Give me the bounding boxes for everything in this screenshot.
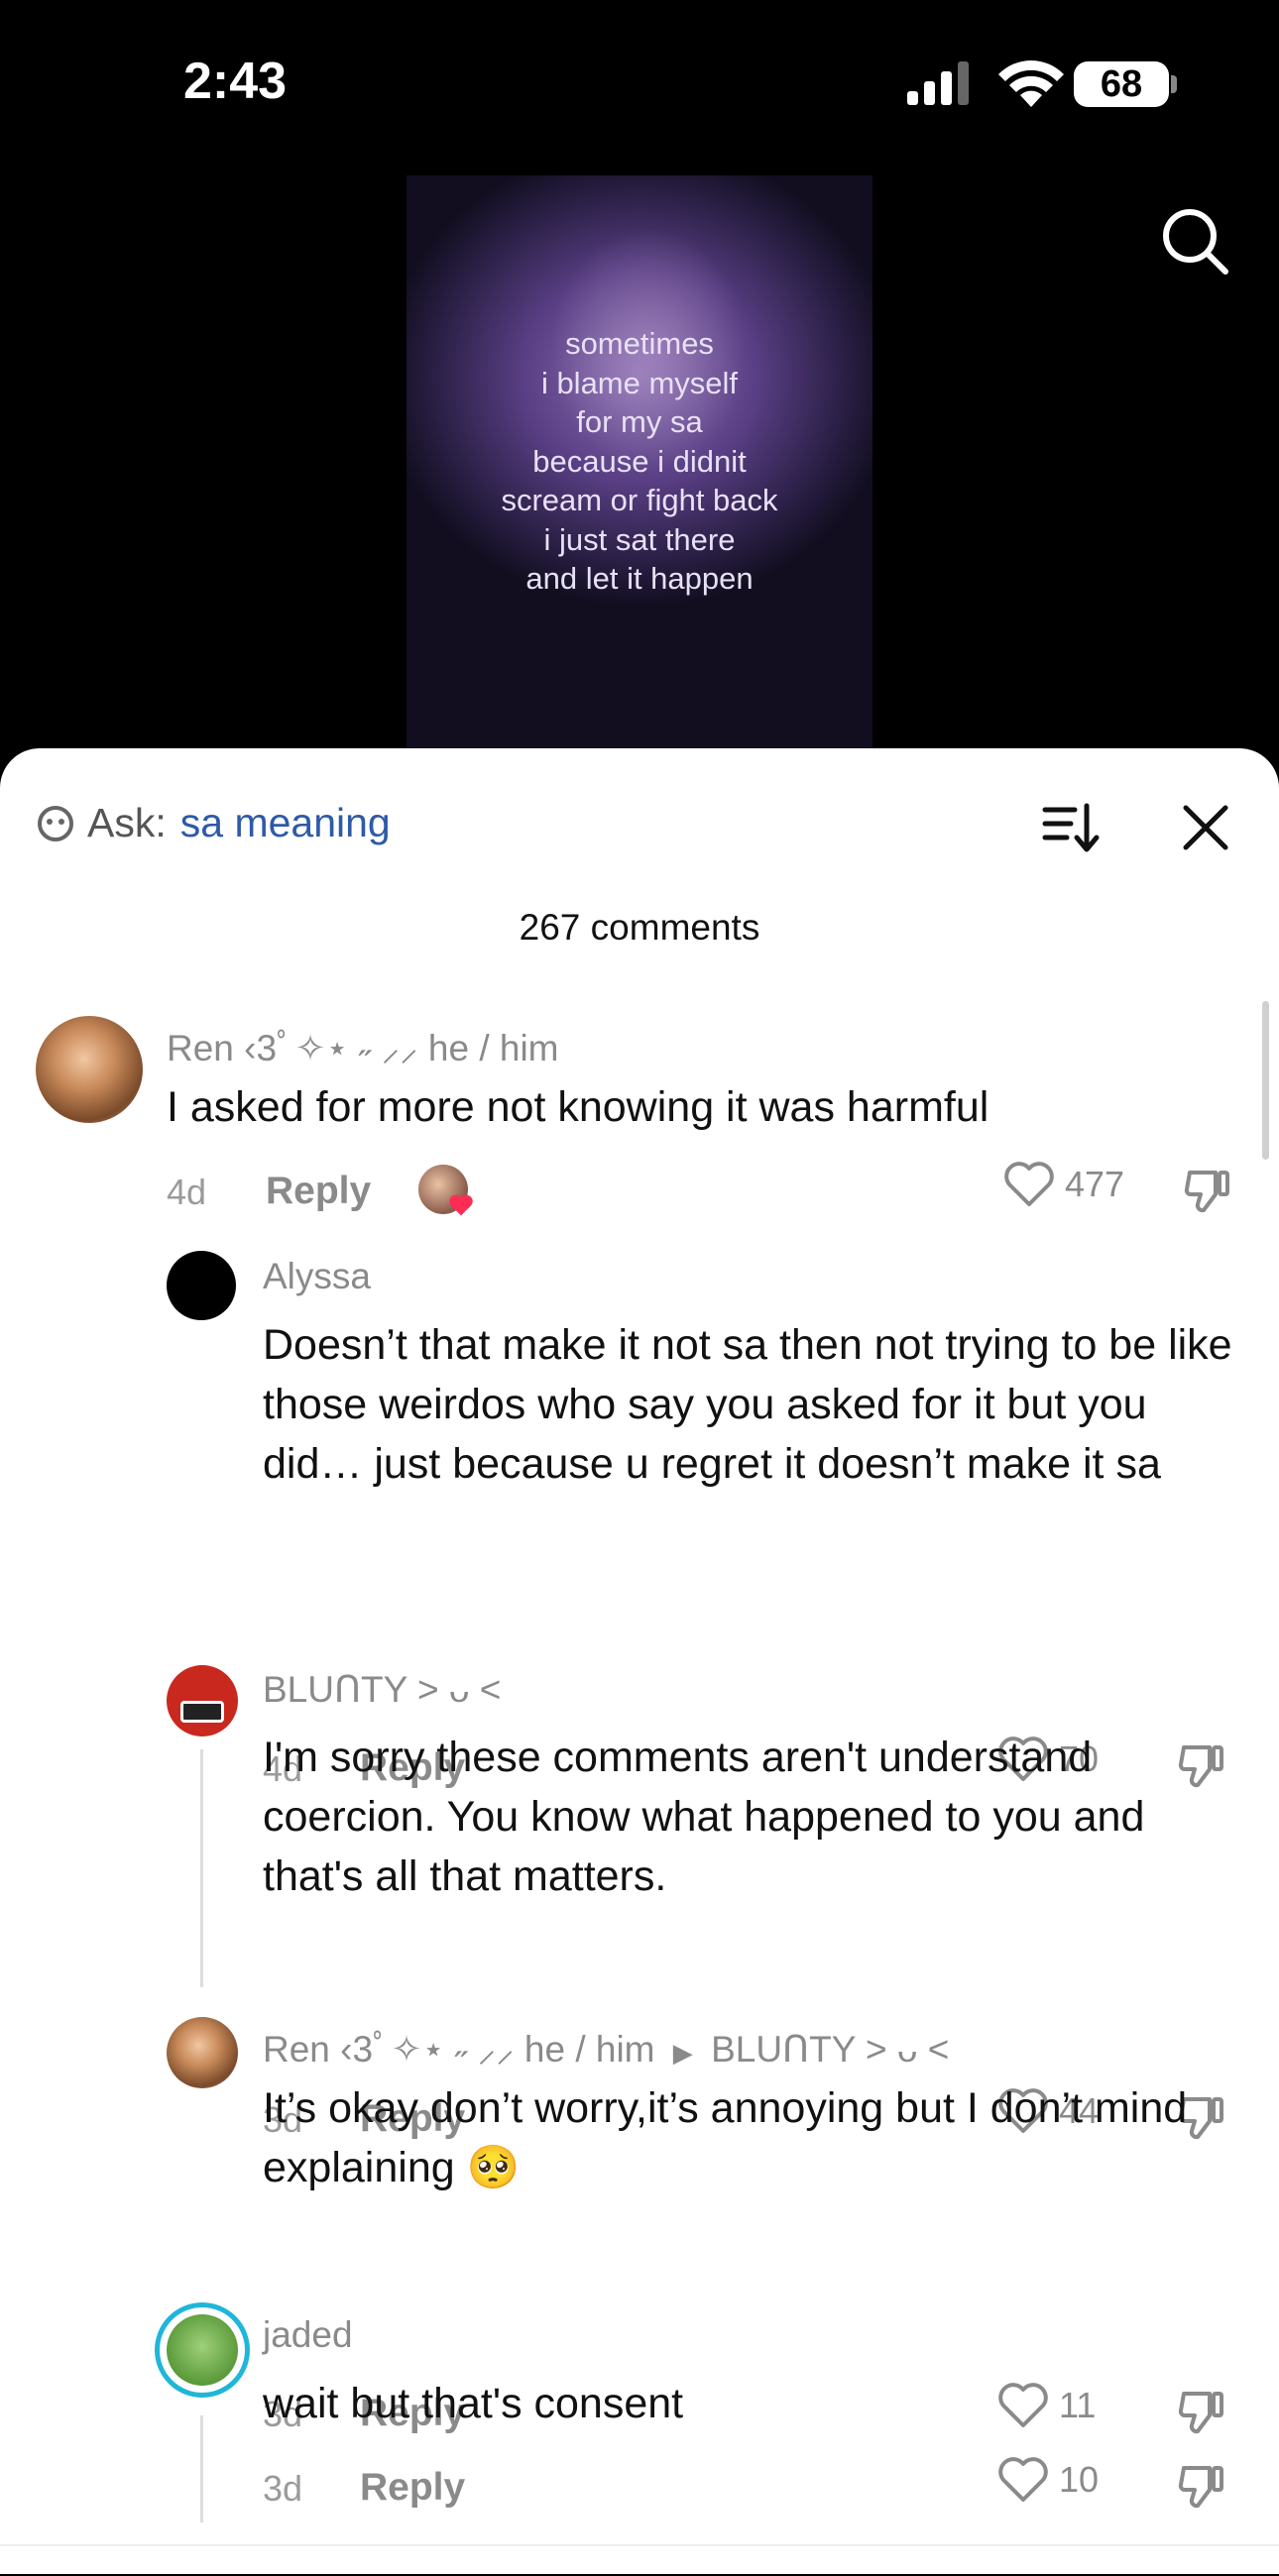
ask-query[interactable]: sa meaning [180, 800, 391, 846]
video-caption: sometimes i blame myself for my sa becau… [407, 324, 872, 599]
avatar[interactable] [155, 2302, 250, 2398]
battery-tip [1171, 75, 1177, 93]
avatar[interactable] [167, 1665, 238, 1736]
caption-line: for my sa [576, 404, 703, 439]
ask-search-link[interactable]: Ask: sa meaning [36, 800, 391, 846]
scrollbar[interactable] [1262, 1001, 1269, 1160]
comments-sheet: Ask: sa meaning 267 comments Ren ‹3ﾟ✧⋆ ˶… [0, 748, 1279, 2574]
ask-label: Ask: [87, 800, 167, 845]
comment-text: I'm sorry these comments aren't understa… [263, 1734, 1145, 1900]
like-button[interactable]: 10 [997, 2456, 1099, 2504]
dislike-icon[interactable] [1182, 1165, 1233, 1216]
comment-age: 4d [167, 1172, 207, 1212]
wifi-icon [998, 60, 1064, 107]
comment-username[interactable]: jaded [263, 2314, 353, 2356]
ai-face-icon [38, 805, 73, 841]
comment-text: Doesn’t that make it not sa then not try… [263, 1321, 1232, 1488]
caption-line: sometimes [565, 326, 714, 361]
status-time: 2:43 [183, 53, 288, 110]
search-icon[interactable] [1160, 206, 1229, 276]
avatar[interactable] [36, 1016, 143, 1123]
caption-line: i blame myself [540, 365, 739, 400]
comment-username[interactable]: BLUᑎTY ˃ ᴗ ˂ [263, 1668, 501, 1711]
comment-text: It’s okay don’t worry,it’s annoying but … [263, 2084, 1188, 2191]
thread-line [200, 2415, 203, 2522]
creator-heart-icon [449, 1194, 473, 1216]
like-count: 477 [1065, 1164, 1125, 1204]
like-button[interactable]: 477 [1003, 1161, 1124, 1208]
heart-icon [998, 2457, 1048, 2502]
caption-line: because i didnit [532, 443, 747, 479]
avatar-mouth [180, 1701, 224, 1723]
reply-to-username[interactable]: BLUᑎTY ˃ ᴗ ˂ [711, 2029, 949, 2070]
avatar-image [167, 2314, 238, 2386]
comment-username[interactable]: Ren ‹3ﾟ✧⋆ ˶ ⸝⸝ he / him ▶ BLUᑎTY ˃ ᴗ ˂ [263, 2019, 949, 2072]
reply-button[interactable]: Reply [266, 1170, 371, 1213]
reply-button[interactable]: Reply [360, 2466, 465, 2510]
comment-username[interactable]: Ren ‹3ﾟ✧⋆ ˶ ⸝⸝ he / him [167, 1018, 559, 1071]
comment-username[interactable]: Alyssa [263, 1256, 371, 1297]
comment-age: 3d [263, 2468, 303, 2509]
comment-text: I asked for more not knowing it was harm… [167, 1083, 989, 1131]
reply-arrow-icon: ▶ [672, 2038, 693, 2068]
caption-line: and let it happen [525, 561, 754, 596]
sort-icon[interactable] [1041, 798, 1101, 857]
battery-indicator: 68 [1074, 61, 1169, 107]
username-text: Ren ‹3ﾟ✧⋆ ˶ ⸝⸝ he / him [263, 2029, 655, 2070]
caption-line: i just sat there [543, 521, 736, 557]
comment-count: 267 comments [519, 907, 760, 948]
avatar[interactable] [167, 1251, 236, 1320]
dislike-icon[interactable] [1176, 2460, 1227, 2512]
video-player[interactable]: sometimes i blame myself for my sa becau… [407, 175, 872, 750]
cellular-signal-icon [907, 61, 969, 105]
bottom-input-bar[interactable] [0, 2544, 1279, 2576]
close-icon[interactable] [1176, 798, 1235, 857]
status-bar: 2:43 68 [0, 0, 1279, 178]
thread-line [200, 1749, 203, 1987]
like-count: 10 [1059, 2459, 1100, 2500]
heart-icon [1004, 1162, 1054, 1206]
comment-text: wait but that's consent [263, 2380, 684, 2427]
caption-line: scream or fight back [501, 483, 778, 517]
avatar[interactable] [167, 2017, 238, 2088]
